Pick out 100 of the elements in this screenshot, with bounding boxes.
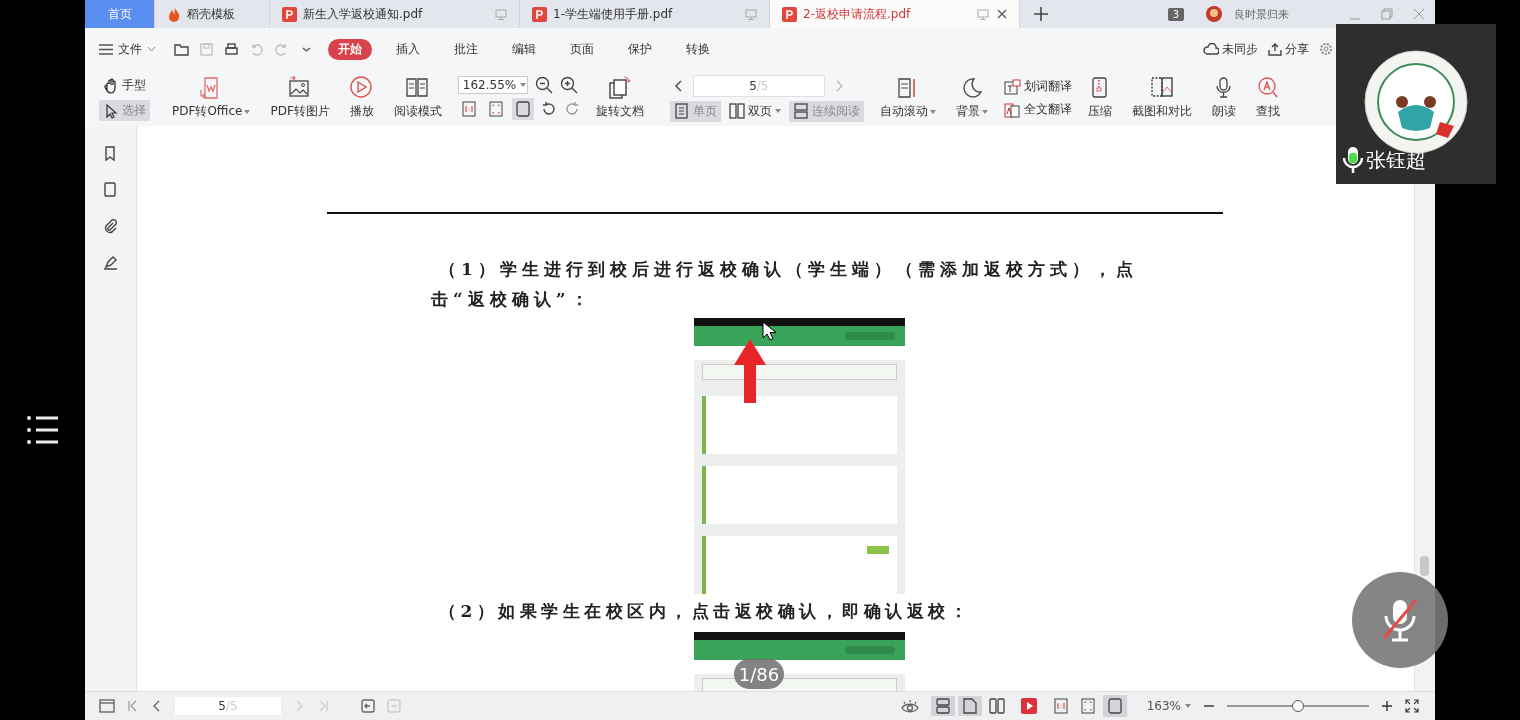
view-button[interactable]: 双页	[724, 100, 785, 122]
tool-button[interactable]: 播放	[345, 76, 378, 120]
caret-icon	[774, 109, 781, 113]
zoom-field[interactable]: 162.55%	[457, 76, 528, 94]
rotate-document-icon	[607, 76, 632, 100]
pdf-icon	[282, 6, 297, 22]
two-page-icon	[728, 103, 745, 119]
tool-button[interactable]: 自动滚动	[875, 76, 940, 120]
microphone-icon	[1342, 146, 1364, 174]
page-icon[interactable]	[103, 182, 118, 198]
menu-tab[interactable]: 页面	[560, 38, 604, 60]
caret-icon	[520, 83, 527, 87]
rotate-left-icon[interactable]	[540, 101, 557, 117]
first-page-icon[interactable]	[127, 700, 139, 712]
cursor-icon	[762, 321, 776, 341]
fit-button[interactable]	[511, 98, 534, 120]
actual-size-icon	[1052, 697, 1069, 715]
cursor-icon	[103, 102, 119, 119]
fullscreen-icon[interactable]	[1405, 699, 1419, 713]
pdf-icon	[782, 6, 797, 22]
share-button[interactable]: 分享	[1268, 40, 1309, 58]
tab[interactable]: 1-学生端使用手册.pdf	[520, 0, 770, 28]
previous-view-icon[interactable]	[361, 699, 375, 713]
screenshot-compare-icon	[1149, 76, 1174, 100]
close-icon[interactable]	[997, 9, 1007, 19]
translate-button[interactable]: 划词翻译	[1003, 78, 1072, 95]
chevron-left-icon[interactable]	[673, 79, 684, 92]
tab[interactable]: 2-返校申请流程.pdf	[770, 0, 1020, 28]
tool-button[interactable]: 压缩	[1083, 76, 1116, 120]
window-count-badge[interactable]: 3	[1167, 7, 1184, 21]
plus-icon[interactable]	[1034, 7, 1048, 21]
menu-tab[interactable]: 批注	[444, 38, 488, 60]
tab[interactable]: 新生入学返校通知.pdf	[270, 0, 520, 28]
tab[interactable]: 稻壳模板	[155, 0, 270, 28]
tool-button[interactable]: 截图和对比	[1127, 76, 1196, 120]
menu-tab[interactable]: 转换	[676, 38, 720, 60]
play-icon[interactable]	[1020, 698, 1037, 714]
sync-button[interactable]: 未同步	[1203, 40, 1258, 58]
fit-width-icon	[1106, 697, 1123, 715]
pdf-icon	[532, 6, 547, 22]
flame-icon	[167, 6, 181, 22]
printer-icon[interactable]	[224, 41, 239, 57]
translate-button[interactable]: 全文翻译	[1003, 101, 1072, 118]
menu-tab[interactable]: 插入	[386, 38, 430, 60]
tool-button[interactable]: PDF转Office	[168, 76, 255, 120]
menu-tab[interactable]: 开始	[328, 38, 372, 60]
actual-size-icon	[460, 100, 477, 118]
cloud-icon	[1203, 43, 1219, 55]
fit-width-icon	[514, 100, 531, 118]
pen-icon[interactable]	[103, 254, 118, 270]
layout-button[interactable]	[930, 696, 955, 716]
zoom-in-icon[interactable]	[559, 76, 578, 94]
caret-icon	[244, 109, 251, 114]
paragraph: （1）学生进行到校后进行返校确认（学生端）（需添加返校方式），点击“返校确认”：	[431, 258, 1139, 311]
layout-button[interactable]	[957, 696, 982, 716]
book-icon	[405, 76, 430, 100]
fit-page-icon	[487, 100, 504, 118]
tool-button[interactable]: 查找	[1251, 76, 1284, 120]
list-icon[interactable]	[25, 415, 60, 445]
two-page-icon	[988, 698, 1005, 714]
menu-tab[interactable]: 编辑	[502, 38, 546, 60]
file-menu[interactable]: 文件	[99, 40, 156, 58]
single-page-icon	[961, 698, 978, 714]
avatar-icon[interactable]	[1206, 6, 1222, 22]
fit-button[interactable]	[1102, 695, 1127, 717]
menu-icon	[99, 43, 113, 55]
tool-button[interactable]: 旋转文档	[591, 76, 648, 120]
translate-document-icon	[1003, 101, 1021, 118]
paperclip-icon[interactable]	[103, 218, 118, 234]
single-page-icon	[673, 103, 690, 119]
eye-icon[interactable]	[900, 699, 919, 713]
search-icon	[1255, 76, 1280, 100]
participant-name: 张钰超	[1366, 146, 1426, 174]
chevron-down-icon	[147, 46, 156, 52]
zoom-out-icon[interactable]	[534, 76, 553, 94]
caret-icon	[929, 109, 936, 114]
settings-icon[interactable]	[1319, 42, 1333, 56]
hand-icon	[103, 77, 119, 94]
folder-icon[interactable]	[174, 41, 189, 57]
user-name[interactable]: 良时景归来	[1234, 6, 1289, 22]
sidebar-toggle-icon[interactable]	[99, 699, 115, 713]
bookmark-icon[interactable]	[103, 146, 118, 162]
zoom-dropdown[interactable]: 163%	[1146, 699, 1191, 713]
caret-icon	[1185, 704, 1191, 708]
scrollbar-thumb[interactable]	[1420, 556, 1429, 576]
tool-button[interactable]: 朗读	[1207, 76, 1240, 120]
translate-icon	[1003, 78, 1021, 95]
tool-button[interactable]: 阅读模式	[389, 76, 446, 120]
rotate-right-icon[interactable]	[563, 101, 580, 117]
tool-button[interactable]: 背景	[951, 76, 992, 120]
mode-button[interactable]: 手型	[99, 75, 150, 96]
play-icon	[349, 76, 374, 100]
caret-icon	[981, 109, 988, 114]
share-icon	[1268, 42, 1282, 56]
fit-page-icon	[1079, 697, 1096, 715]
tool-button[interactable]: PDF转图片	[266, 76, 334, 120]
zoom-in-icon[interactable]	[1381, 700, 1393, 712]
continuous-icon	[934, 698, 951, 714]
menu-tab[interactable]: 保护	[618, 38, 662, 60]
microphone-off-icon	[1380, 598, 1420, 642]
